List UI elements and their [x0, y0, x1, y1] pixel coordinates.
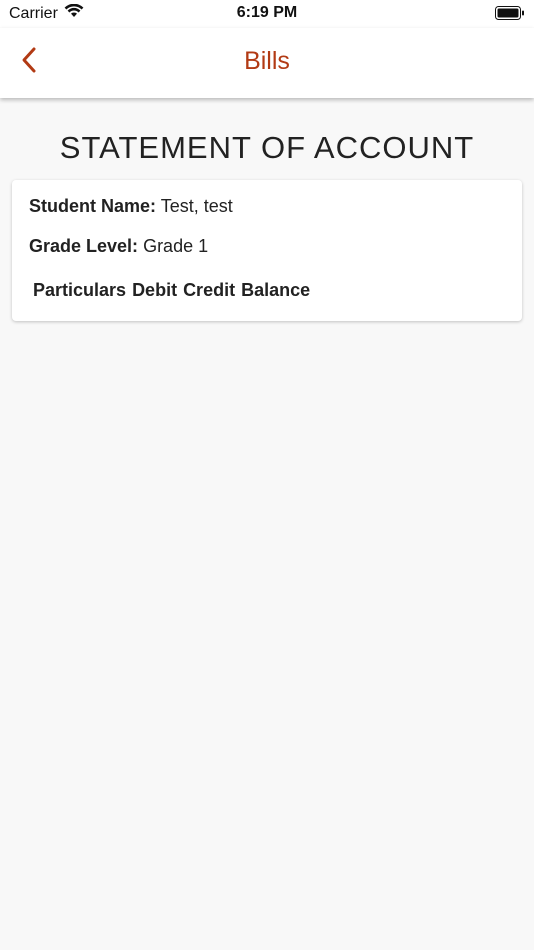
- statement-card: Student Name: Test, test Grade Level: Gr…: [12, 180, 522, 321]
- table-header: Particulars Debit Credit Balance: [33, 280, 310, 301]
- status-bar: Carrier 6:19 PM: [0, 0, 534, 28]
- column-header-debit: Debit: [132, 280, 178, 300]
- grade-level-row: Grade Level: Grade 1: [29, 236, 208, 257]
- student-name-label: Student Name:: [29, 196, 157, 216]
- student-name-row: Student Name: Test, test: [29, 196, 233, 217]
- page-title: STATEMENT OF ACCOUNT: [59, 130, 475, 165]
- navigation-bar: Bills: [0, 28, 534, 98]
- column-header-credit: Credit: [183, 280, 236, 300]
- column-header-particulars: Particulars: [33, 280, 127, 300]
- battery-icon: [495, 6, 525, 20]
- student-name-value: Test, test: [160, 196, 233, 216]
- status-time: 6:19 PM: [236, 4, 298, 21]
- grade-level-value: Grade 1: [143, 236, 209, 256]
- grade-level-label: Grade Level:: [29, 236, 139, 256]
- nav-title: Bills: [244, 47, 290, 75]
- column-header-balance: Balance: [241, 280, 311, 300]
